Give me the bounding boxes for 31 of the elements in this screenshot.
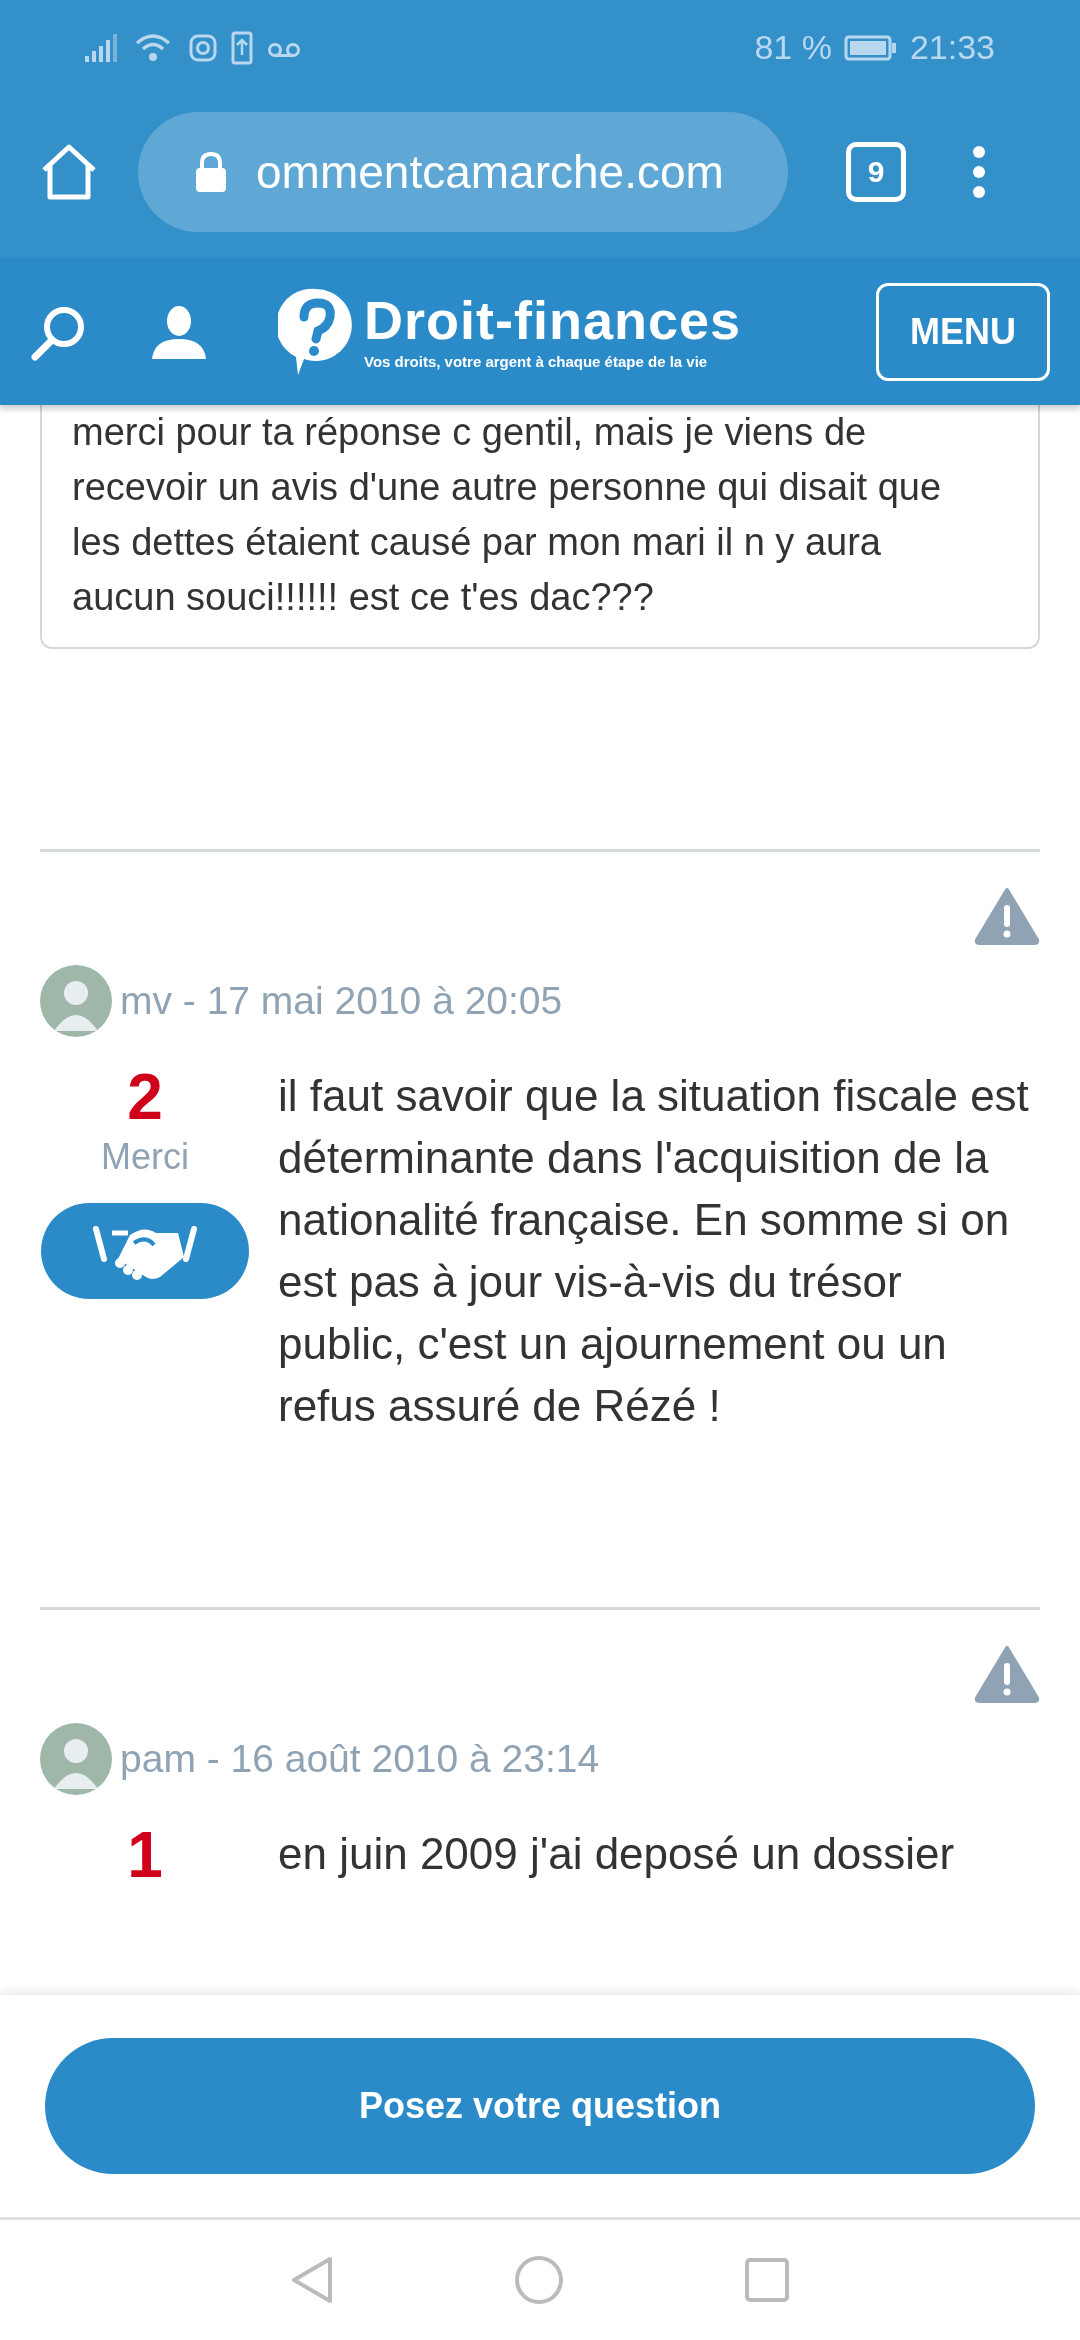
tab-count[interactable]: 9 [846,141,906,202]
post-byline: mv - 17 mai 2010 à 20:05 [120,979,563,1023]
home-circle-icon[interactable] [514,2255,564,2305]
report-warning-icon[interactable] [974,887,1040,945]
post-text: il faut savoir que la situation fiscale est déterminante dans l'acquisition de la nationalité française. En somme si on est pas à jour vis-à-vis du trésor public, c'est un ajournement ou un refus assuré de Rézé ! [278,1070,1030,1432]
address-bar[interactable]: ommentcamarche.com [138,111,788,232]
recents-icon[interactable] [744,2257,790,2303]
upload-icon [231,30,253,65]
thanks-count: 2 [127,1065,163,1129]
ask-question-button[interactable]: Posez votre question [45,2038,1035,2174]
home-icon[interactable] [40,143,98,200]
report-warning-icon[interactable] [974,1645,1040,1703]
post-text: en juin 2009 j'ai deposé un dossier [278,1828,956,1880]
avatar-icon [40,965,112,1037]
back-icon[interactable] [290,2255,334,2305]
clock-time: 21:33 [909,28,995,67]
post-byline: pam - 16 août 2010 à 23:14 [120,1737,600,1781]
thanks-label: Merci [101,1135,189,1179]
quoted-reply: merci pour ta réponse c gentil, mais je viens de recevoir un avis d'une autre personne qui disait que les dettes étaient causé par mon mari il n y aura aucun souci!!!!!! est ce t'es dac??? [40,405,1040,649]
url-text: ommentcamarche.com [256,144,724,199]
battery-icon [843,34,898,61]
logo-tagline: Vos droits, votre argent à chaque étape de la vie [364,353,709,370]
instagram-icon [189,33,217,62]
lock-icon [194,150,228,193]
thanks-count: 1 [127,1823,163,1887]
logo-question-icon [278,286,354,377]
battery-percent: 81 % [754,28,832,67]
more-menu-icon[interactable] [972,144,986,199]
avatar-icon [40,1723,112,1795]
menu-button[interactable]: MENU [876,282,1050,381]
logo-title: Droit-finances [364,293,742,347]
